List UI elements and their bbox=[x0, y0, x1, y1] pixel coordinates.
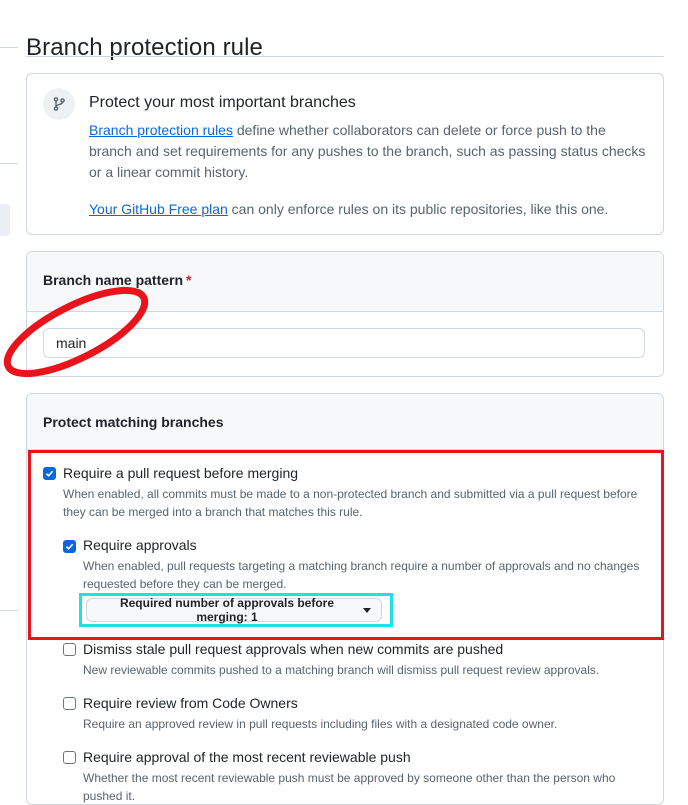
require-latest-push-approval-checkbox[interactable] bbox=[63, 751, 76, 764]
branch-pattern-section: Branch name pattern * bbox=[26, 251, 664, 377]
branch-pattern-input[interactable] bbox=[43, 328, 645, 358]
sidebar-divider bbox=[0, 163, 18, 164]
git-branch-icon bbox=[43, 88, 75, 120]
require-approvals-label: Require approvals bbox=[83, 537, 197, 553]
github-free-plan-link[interactable]: Your GitHub Free plan bbox=[89, 201, 228, 217]
sidebar-divider bbox=[0, 610, 18, 611]
required-approvals-dropdown[interactable]: Required number of approvals before merg… bbox=[86, 596, 382, 624]
require-code-owners-description: Require an approved review in pull reque… bbox=[83, 717, 558, 731]
require-approvals-checkbox[interactable] bbox=[63, 540, 76, 553]
plan-notice: Your GitHub Free plan can only enforce r… bbox=[89, 199, 649, 220]
require-pull-request-label: Require a pull request before merging bbox=[63, 465, 299, 481]
info-description: Branch protection rules define whether c… bbox=[89, 120, 649, 183]
protect-header: Protect matching branches bbox=[27, 394, 663, 450]
checkmark-icon bbox=[65, 543, 74, 550]
page-title: Branch protection rule bbox=[26, 34, 263, 62]
branch-protection-rules-link[interactable]: Branch protection rules bbox=[89, 122, 233, 138]
info-callout: Protect your most important branches Bra… bbox=[26, 73, 664, 235]
branch-pattern-label: Branch name pattern * bbox=[43, 272, 192, 288]
branch-pattern-label-text: Branch name pattern bbox=[43, 272, 184, 288]
sidebar-divider bbox=[0, 47, 18, 48]
title-divider bbox=[26, 56, 664, 57]
protect-heading: Protect matching branches bbox=[43, 414, 224, 430]
branch-pattern-header: Branch name pattern * bbox=[27, 252, 663, 312]
checkmark-icon bbox=[45, 470, 54, 477]
info-heading: Protect your most important branches bbox=[89, 94, 356, 111]
dismiss-stale-approvals-description: New reviewable commits pushed to a match… bbox=[83, 663, 600, 677]
require-pull-request-checkbox[interactable] bbox=[43, 467, 56, 480]
sidebar-item[interactable] bbox=[0, 204, 10, 236]
required-marker: * bbox=[186, 272, 192, 288]
require-latest-push-approval-label: Require approval of the most recent revi… bbox=[83, 749, 411, 765]
required-approvals-dropdown-label: Required number of approvals before merg… bbox=[119, 596, 335, 624]
dismiss-stale-approvals-label: Dismiss stale pull request approvals whe… bbox=[83, 641, 504, 657]
triangle-down-icon bbox=[363, 607, 371, 613]
dismiss-stale-approvals-checkbox[interactable] bbox=[63, 643, 76, 656]
require-approvals-description: When enabled, pull requests targeting a … bbox=[83, 559, 640, 591]
require-code-owners-checkbox[interactable] bbox=[63, 697, 76, 710]
plan-notice-text: can only enforce rules on its public rep… bbox=[227, 201, 609, 217]
require-latest-push-approval-description: Whether the most recent reviewable push … bbox=[83, 771, 616, 803]
require-code-owners-label: Require review from Code Owners bbox=[83, 695, 298, 711]
require-pull-request-description: When enabled, all commits must be made t… bbox=[63, 487, 638, 519]
